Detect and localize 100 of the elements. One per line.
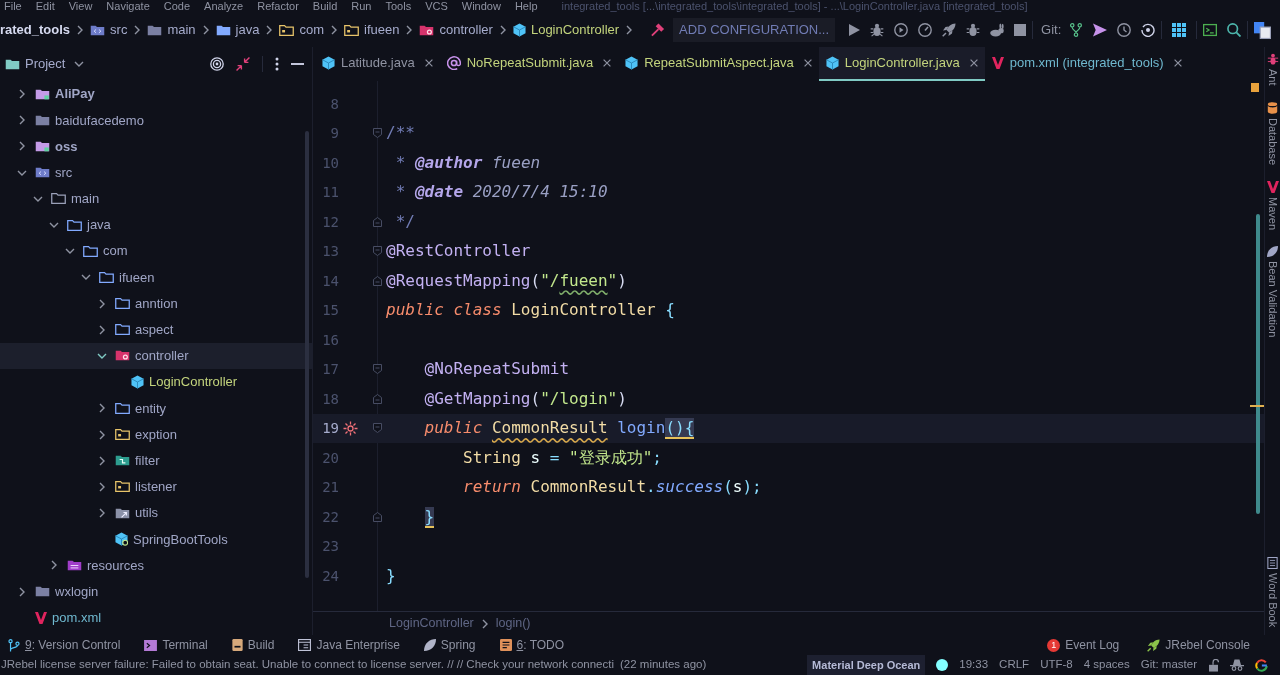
- tool-window-button[interactable]: Database: [1267, 101, 1278, 165]
- breadcrumb-item[interactable]: controller: [419, 20, 493, 40]
- tree-item[interactable]: controller: [0, 342, 312, 370]
- menu-item[interactable]: File: [4, 1, 22, 12]
- breadcrumb-item[interactable]: rated_tools: [0, 20, 71, 40]
- more-vertical-icon[interactable]: [275, 57, 279, 71]
- breadcrumb-item[interactable]: LoginController: [512, 20, 620, 40]
- grid-icon[interactable]: [1172, 23, 1187, 37]
- play-icon[interactable]: [849, 24, 861, 36]
- close-icon[interactable]: [803, 59, 812, 67]
- editor-tab[interactable]: LoginController.java: [818, 47, 985, 81]
- menu-item[interactable]: Analyze: [204, 1, 244, 12]
- editor-tab[interactable]: RepeatSubmitAspect.java: [618, 47, 819, 81]
- spy-icon[interactable]: [1230, 659, 1244, 671]
- tree-item[interactable]: entity: [97, 395, 167, 422]
- menu-item[interactable]: Help: [514, 1, 538, 12]
- overlapping-squares-icon[interactable]: [1254, 21, 1272, 39]
- tree-item[interactable]: aspect: [97, 316, 174, 343]
- tree-item[interactable]: filter: [97, 447, 160, 474]
- terminal-icon[interactable]: [1203, 23, 1218, 37]
- bug-icon[interactable]: [966, 23, 981, 37]
- bug-icon[interactable]: [870, 23, 885, 37]
- menu-item[interactable]: View: [68, 1, 93, 12]
- scrollbar-thumb[interactable]: [1256, 214, 1260, 514]
- menu-item[interactable]: Tools: [385, 1, 412, 12]
- ring-dot-icon[interactable]: [1141, 23, 1156, 37]
- tool-window-button[interactable]: 9: Version Control: [8, 636, 121, 654]
- tool-window-button[interactable]: 6: TODO: [499, 636, 565, 654]
- run-configuration-dropdown[interactable]: ADD CONFIGURATION...: [673, 18, 836, 42]
- tree-item[interactable]: wxlogin: [17, 578, 99, 605]
- lock-open-icon[interactable]: [1208, 658, 1219, 672]
- editor-tab[interactable]: pom.xml (integrated_tools): [984, 47, 1189, 81]
- tree-item[interactable]: pom.xml: [17, 604, 102, 631]
- breadcrumb-item[interactable]: src: [90, 20, 128, 40]
- theme-label[interactable]: Material Deep Ocean: [807, 654, 926, 675]
- play-circle-icon[interactable]: [894, 23, 909, 37]
- menu-item[interactable]: Refactor: [257, 1, 299, 12]
- send-icon[interactable]: [1093, 23, 1108, 37]
- tree-item[interactable]: utils: [97, 500, 159, 527]
- indent-setting[interactable]: 4 spaces: [1083, 656, 1130, 674]
- menu-item[interactable]: Navigate: [106, 1, 150, 12]
- project-view-dropdown[interactable]: Project: [5, 54, 85, 74]
- tool-window-button[interactable]: Word Book: [1267, 556, 1278, 627]
- collapse-icon[interactable]: [236, 57, 250, 71]
- gauge-icon[interactable]: [918, 23, 933, 37]
- hammer-icon[interactable]: [651, 23, 666, 37]
- tree-item[interactable]: com: [65, 238, 128, 265]
- menu-item[interactable]: Run: [351, 1, 372, 12]
- dot-icon[interactable]: [936, 659, 949, 671]
- tree-item[interactable]: baidufacedemo: [17, 107, 144, 134]
- editor-tab[interactable]: NoRepeatSubmit.java: [439, 47, 619, 81]
- tree-item[interactable]: AliPay: [17, 81, 95, 108]
- menu-item[interactable]: Edit: [35, 1, 55, 12]
- rocket-icon[interactable]: [1147, 638, 1161, 652]
- breadcrumb-item[interactable]: main: [147, 20, 196, 40]
- rabbit-icon[interactable]: [990, 23, 1005, 37]
- g-mark-icon[interactable]: [1255, 658, 1268, 672]
- tree-item[interactable]: SpringBootTools: [97, 526, 228, 553]
- tree-item[interactable]: src: [17, 159, 73, 186]
- editor-tab[interactable]: Latitude.java: [315, 47, 440, 81]
- breadcrumb-item[interactable]: com: [279, 20, 325, 40]
- tool-window-button[interactable]: Java Enterprise: [298, 636, 400, 654]
- menu-item[interactable]: Window: [461, 1, 501, 12]
- tree-item[interactable]: resources: [49, 552, 145, 579]
- menu-item[interactable]: VCS: [425, 1, 448, 12]
- branch-icon[interactable]: [1069, 23, 1084, 37]
- rocket-icon[interactable]: [942, 23, 957, 37]
- tree-item[interactable]: exption: [97, 421, 177, 448]
- tool-window-button[interactable]: Ant: [1266, 53, 1279, 86]
- tool-window-button[interactable]: Terminal: [144, 636, 208, 654]
- menu-item[interactable]: Code: [163, 1, 191, 12]
- tree-item[interactable]: oss: [17, 133, 78, 160]
- tree-item[interactable]: anntion: [97, 290, 178, 317]
- close-icon[interactable]: [969, 59, 978, 67]
- target-icon[interactable]: [210, 57, 224, 71]
- tool-window-button[interactable]: Bean Validation: [1267, 245, 1278, 337]
- tool-window-button[interactable]: Maven: [1266, 180, 1279, 230]
- close-icon[interactable]: [603, 59, 612, 67]
- clock-icon[interactable]: [1117, 23, 1132, 37]
- caret-position[interactable]: 19:33: [959, 656, 989, 674]
- tool-window-button[interactable]: 1 Event Log: [1047, 636, 1120, 654]
- file-encoding[interactable]: UTF-8: [1040, 656, 1073, 674]
- scrollbar-thumb[interactable]: [305, 131, 309, 578]
- menu-item[interactable]: Build: [312, 1, 338, 12]
- breadcrumb-item[interactable]: ifueen: [344, 20, 400, 40]
- tree-item[interactable]: listener: [97, 473, 177, 500]
- breadcrumb-item[interactable]: java: [215, 20, 260, 40]
- tree-item[interactable]: java: [49, 211, 111, 239]
- tree-item[interactable]: ifueen: [81, 264, 155, 291]
- tree-item[interactable]: LoginController: [113, 369, 238, 396]
- search-icon[interactable]: [1227, 23, 1242, 37]
- line-separator[interactable]: CRLF: [999, 656, 1030, 674]
- stop-icon[interactable]: [1014, 24, 1027, 36]
- tool-window-button[interactable]: Spring: [423, 636, 476, 654]
- close-icon[interactable]: [1173, 59, 1182, 67]
- close-icon[interactable]: [424, 59, 433, 67]
- tree-item[interactable]: main: [33, 185, 100, 212]
- tool-window-button[interactable]: Build: [231, 636, 275, 654]
- git-branch[interactable]: Git: master: [1140, 656, 1197, 674]
- tool-window-button[interactable]: JRebel Console: [1147, 636, 1250, 654]
